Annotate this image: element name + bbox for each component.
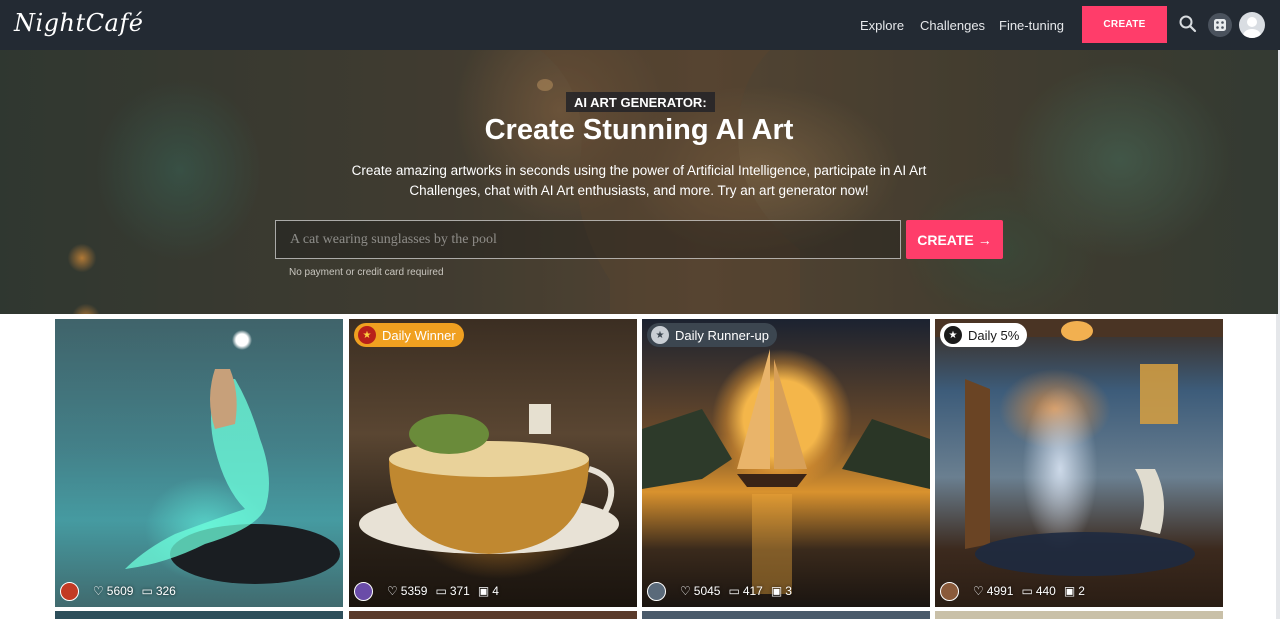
hero-title: Create Stunning AI Art [484,114,794,146]
artwork-waterfall-room [935,319,1223,576]
like-count: 5045 [693,584,721,598]
artwork-mermaid [125,369,340,584]
search-icon[interactable] [1178,14,1198,34]
like-count: 5609 [106,584,134,598]
payment-note: No payment or credit card required [289,267,444,278]
gallery-card-partial[interactable] [935,611,1223,619]
gallery-card-partial[interactable] [349,611,637,619]
dice-icon[interactable] [1208,13,1232,37]
hero-banner: AI ART GENERATOR: Create Stunning AI Art… [0,50,1278,314]
author-avatar[interactable] [940,581,959,601]
gallery-card[interactable]: ★ Daily Winner ♡ 5359 ▭ 371 ▣ 4 [349,319,637,607]
author-avatar[interactable] [354,581,373,601]
like-count: 4991 [986,584,1014,598]
daily-runner-up-badge: ★ Daily Runner-up [647,323,777,347]
heart-icon[interactable]: ♡ [973,584,984,598]
nav-fine-tuning[interactable]: Fine-tuning [999,18,1064,33]
card-stats: ♡ 5045 ▭ 417 ▣ 3 [647,581,792,601]
hero-create-button[interactable]: CREATE → [906,220,1003,259]
images-icon[interactable]: ▣ [1064,584,1075,598]
artwork-teacup [359,404,619,554]
card-stats: ♡ 5359 ▭ 371 ▣ 4 [354,581,499,601]
author-avatar[interactable] [647,581,666,601]
arrow-right-icon: → [977,231,992,248]
image-count: 3 [785,584,792,598]
image-count: 2 [1078,584,1085,598]
prompt-input[interactable]: A cat wearing sunglasses by the pool [275,220,901,259]
nav-explore[interactable]: Explore [860,18,904,33]
gallery-card[interactable]: ♡ 5609 ▭ 326 [55,319,343,607]
heart-icon[interactable]: ♡ [387,584,398,598]
daily-winner-badge: ★ Daily Winner [354,323,464,347]
trophy-icon: ★ [944,326,962,344]
hero-tag: AI ART GENERATOR: [566,92,715,112]
card-stats: ♡ 5609 ▭ 326 [60,581,176,601]
comment-count: 371 [449,584,470,598]
top-nav-bar: NightCafé Explore Challenges Fine-tuning… [0,0,1280,50]
badge-label: Daily Runner-up [675,327,769,343]
hero-create-label: CREATE [917,231,974,248]
user-avatar[interactable] [1239,12,1265,38]
images-icon[interactable]: ▣ [478,584,489,598]
images-icon[interactable]: ▣ [771,584,782,598]
like-count: 5359 [400,584,428,598]
header-create-button[interactable]: CREATE [1082,6,1167,43]
comment-icon[interactable]: ▭ [1021,584,1032,598]
gallery-card-partial[interactable] [55,611,343,619]
hero-subtitle: Create amazing artworks in seconds using… [351,163,927,198]
comment-count: 417 [742,584,763,598]
gallery-card[interactable]: ★ Daily 5% ♡ 4991 ▭ 440 ▣ 2 [935,319,1223,607]
comment-count: 440 [1035,584,1056,598]
badge-label: Daily Winner [382,327,456,343]
heart-icon[interactable]: ♡ [93,584,104,598]
heart-icon[interactable]: ♡ [680,584,691,598]
comment-count: 326 [155,584,176,598]
medal-icon: ★ [358,326,376,344]
author-avatar[interactable] [60,581,79,601]
medal-icon: ★ [651,326,669,344]
comment-icon[interactable]: ▭ [728,584,739,598]
badge-label: Daily 5% [968,327,1020,343]
nav-challenges[interactable]: Challenges [920,18,985,33]
comment-icon[interactable]: ▭ [141,584,152,598]
gallery-card[interactable]: ★ Daily Runner-up ♡ 5045 ▭ 417 ▣ 3 [642,319,930,607]
image-count: 4 [492,584,499,598]
comment-icon[interactable]: ▭ [435,584,446,598]
daily-5-percent-badge: ★ Daily 5% [940,323,1028,347]
card-stats: ♡ 4991 ▭ 440 ▣ 2 [940,581,1085,601]
artwork-sailboat [642,349,930,594]
nightcafe-logo[interactable]: NightCafé [14,9,143,37]
gallery-card-partial[interactable] [642,611,930,619]
